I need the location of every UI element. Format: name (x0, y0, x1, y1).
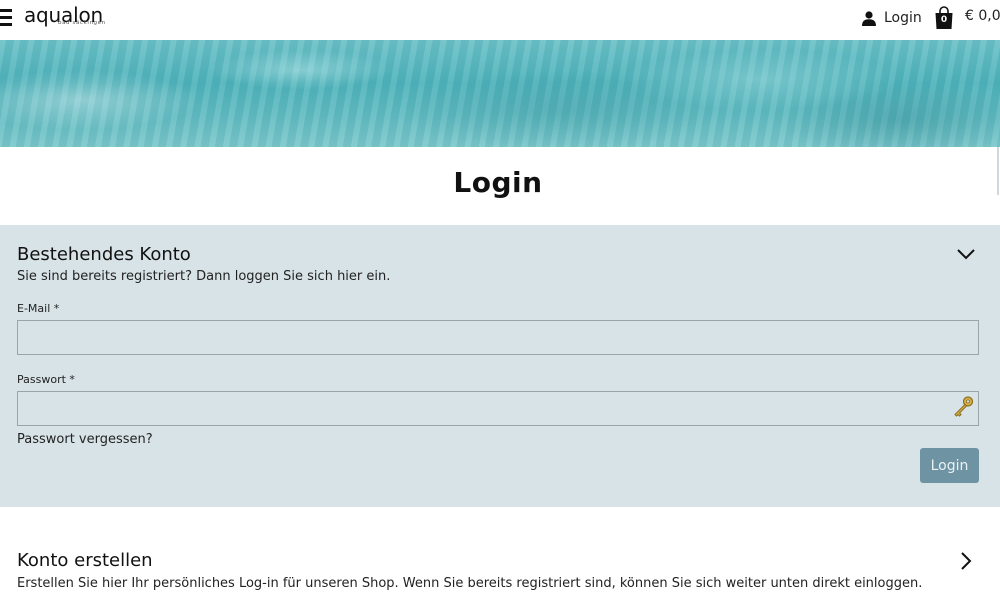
existing-account-subtitle: Sie sind bereits registriert? Dann logge… (17, 269, 391, 284)
chevron-right-icon[interactable] (958, 551, 974, 571)
existing-account-title[interactable]: Bestehendes Konto (17, 244, 191, 265)
email-field[interactable] (17, 320, 979, 355)
header-login-label: Login (884, 10, 922, 26)
email-label: E-Mail * (17, 302, 60, 315)
password-field[interactable] (17, 391, 979, 426)
menu-icon[interactable] (0, 9, 12, 27)
forgot-password-link[interactable]: Passwort vergessen? (17, 432, 153, 447)
divider (997, 147, 999, 195)
chevron-down-icon[interactable] (955, 246, 977, 262)
page-title: Login (453, 166, 543, 199)
login-submit-button[interactable]: Login (920, 448, 979, 483)
logo-subtitle: bad säckingen (58, 20, 106, 26)
user-icon (862, 10, 876, 26)
key-icon[interactable] (951, 395, 975, 419)
create-account-title[interactable]: Konto erstellen (17, 550, 153, 571)
cart-count: 0 (940, 15, 948, 25)
site-header: aqualon bad säckingen Login 0 € 0,0 (0, 0, 1000, 40)
header-login-link[interactable]: Login (862, 8, 922, 28)
create-account-subtitle: Erstellen Sie hier Ihr persönliches Log-… (17, 576, 923, 591)
hero-banner (0, 40, 1000, 147)
existing-account-panel (0, 225, 1000, 507)
cart-total: € 0,0 (965, 8, 1000, 24)
cart-button[interactable]: 0 (934, 6, 954, 30)
password-label: Passwort * (17, 373, 75, 386)
